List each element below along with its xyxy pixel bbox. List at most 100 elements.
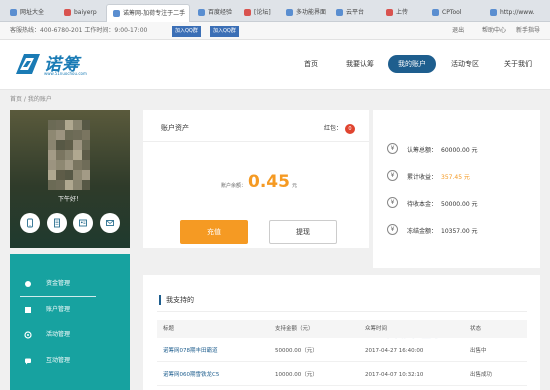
yen-icon: ¥ [387, 197, 398, 208]
assets-title: 账户资产 [161, 124, 189, 132]
divider [143, 141, 369, 142]
avatar-pixel [56, 120, 65, 130]
nav-invest[interactable]: 我要认筹 [346, 55, 374, 73]
stat-value: 50000.00 元 [441, 201, 478, 208]
avatar-pixel [56, 180, 65, 190]
balance: 账户余额： 0.45 元 [221, 172, 297, 192]
browser-tab[interactable]: 多功能界面 [280, 4, 328, 22]
browser-tab[interactable]: 百度经验 [192, 4, 236, 22]
yen-icon: ¥ [387, 170, 398, 181]
avatar[interactable] [48, 120, 90, 190]
yen-icon: ¥ [387, 143, 398, 154]
close-tab-icon[interactable]: × [189, 10, 190, 17]
stat-label: 累计收益： [407, 174, 438, 181]
column-header: 支持金额（元） [275, 326, 314, 332]
stat-label: 待收本金： [407, 201, 438, 208]
avatar-pixel [48, 120, 57, 130]
withdraw-button[interactable]: 提现 [269, 220, 337, 244]
breadcrumb: 首页 / 我的账户 [10, 96, 52, 103]
tab-favicon-icon [10, 9, 17, 16]
account-menu: 资金管理 账户管理 活动管理 互动管理 [10, 254, 130, 390]
chat-icon [25, 358, 31, 365]
avatar-pixel [73, 130, 82, 140]
nav-activities[interactable]: 活动专区 [451, 55, 479, 73]
activity-icon [24, 331, 32, 339]
red-packet-label: 红包： [323, 125, 342, 132]
logo-url: www.51nuochou.com [44, 71, 87, 76]
nav-home[interactable]: 首页 [304, 55, 318, 73]
supported-projects-panel: 我支持的 百度经验 标题 支持金额（元） 众筹时间 状态 诺筹网078期丰田霸道… [143, 275, 540, 390]
phone-icon[interactable] [20, 213, 40, 233]
avatar-pixel [56, 170, 65, 180]
avatar-pixel [81, 170, 90, 180]
account-assets-card: 账户资产 红包： 0 账户余额： 0.45 元 充值 提现 [143, 110, 369, 248]
logo-mark-icon [16, 54, 40, 74]
browser-tab[interactable]: CPTool [426, 4, 482, 22]
browser-tab[interactable]: baiyerp [58, 4, 104, 22]
avatar-pixel [56, 150, 65, 160]
avatar-pixel [81, 160, 90, 170]
tab-favicon-icon [113, 10, 120, 17]
balance-unit: 元 [291, 183, 297, 189]
browser-tab-active[interactable]: 诺筹网-加荷专注于二手× [106, 4, 190, 22]
avatar-pixel [81, 150, 90, 160]
tab-favicon-icon [386, 9, 393, 16]
stat-value: 60000.00 元 [441, 147, 478, 154]
table-row[interactable]: 诺筹网078期丰田霸道 50000.00（元） 2017-04-27 16:40… [157, 340, 527, 362]
nav-my-account[interactable]: 我的账户 [388, 55, 436, 73]
top-info-bar: 客服热线：400-6780-201 工作时间：9:00-17:00 加入QQ群 … [0, 22, 550, 40]
avatar-pixel [73, 170, 82, 180]
section-title: 我支持的 [159, 295, 194, 305]
avatar-pixel [48, 160, 57, 170]
avatar-pixel [73, 160, 82, 170]
recharge-button[interactable]: 充值 [180, 220, 248, 244]
avatar-pixel [48, 180, 57, 190]
support-amount: 10000.00（元） [275, 372, 318, 378]
column-header: 标题 [163, 326, 175, 332]
nav-about-us[interactable]: 关于我们 [504, 55, 532, 73]
avatar-pixel [56, 130, 65, 140]
browser-tab[interactable]: [论坛] [238, 4, 278, 22]
table-row[interactable]: 诺筹网060期雪铁龙C5 10000.00（元） 2017-04-07 10:3… [157, 364, 527, 386]
document-icon[interactable] [46, 213, 67, 233]
newbie-guide-link[interactable]: 新手指导 [516, 27, 540, 34]
red-packet[interactable]: 红包： 0 [324, 123, 355, 134]
site-logo[interactable]: 诺筹 www.51nuochou.com [14, 50, 87, 80]
status-text: 出售成功 [470, 372, 493, 378]
investment-stats: ¥ 认筹总额： 60000.00 元 ¥ 累计收益： 357.45 元 ¥ 待收本金： 50… [373, 110, 540, 268]
project-title-link[interactable]: 诺筹网078期丰田霸道 [163, 340, 218, 362]
join-qq-group-button[interactable]: 加入QQ群 [172, 26, 201, 37]
email-icon[interactable] [99, 213, 120, 233]
browser-tab[interactable]: http://www. [484, 4, 546, 22]
menu-item-funds[interactable]: 资金管理 [10, 272, 130, 296]
stat-label: 冻结金额： [407, 228, 438, 235]
logout-link[interactable]: 退出 [452, 27, 464, 34]
join-qq-group-button[interactable]: 加入QQ群 [210, 26, 239, 37]
avatar-pixel [64, 180, 74, 190]
browser-tab[interactable]: 网址大全 [4, 4, 56, 22]
avatar-pixel [81, 120, 90, 130]
help-center-link[interactable]: 帮助中心 [482, 27, 506, 34]
tab-favicon-icon [286, 9, 293, 16]
avatar-pixel [81, 130, 90, 140]
project-title-link[interactable]: 诺筹网060期雪铁龙C5 [163, 364, 219, 386]
divider [157, 311, 527, 312]
tab-favicon-icon [244, 9, 251, 16]
menu-item-label: 账户管理 [46, 306, 71, 313]
avatar-pixel [64, 160, 74, 170]
browser-tab[interactable]: 云平台 [330, 4, 378, 22]
stat-label: 认筹总额： [407, 147, 438, 154]
column-header: 状态 [470, 326, 482, 332]
stat-pending-principal: ¥ 待收本金： 50000.00 元 [387, 197, 478, 208]
document-icon [53, 218, 60, 228]
menu-item-account[interactable]: 账户管理 [10, 298, 130, 322]
tab-favicon-icon [336, 9, 343, 16]
column-header: 众筹时间 [365, 326, 388, 332]
avatar-pixel [73, 180, 82, 190]
menu-item-interaction[interactable]: 互动管理 [10, 349, 130, 373]
browser-tab[interactable]: 上传 [380, 4, 424, 22]
tab-favicon-icon [490, 9, 497, 16]
menu-item-activities[interactable]: 活动管理 [10, 323, 130, 347]
id-card-icon[interactable] [73, 213, 94, 233]
avatar-pixel [64, 120, 74, 130]
